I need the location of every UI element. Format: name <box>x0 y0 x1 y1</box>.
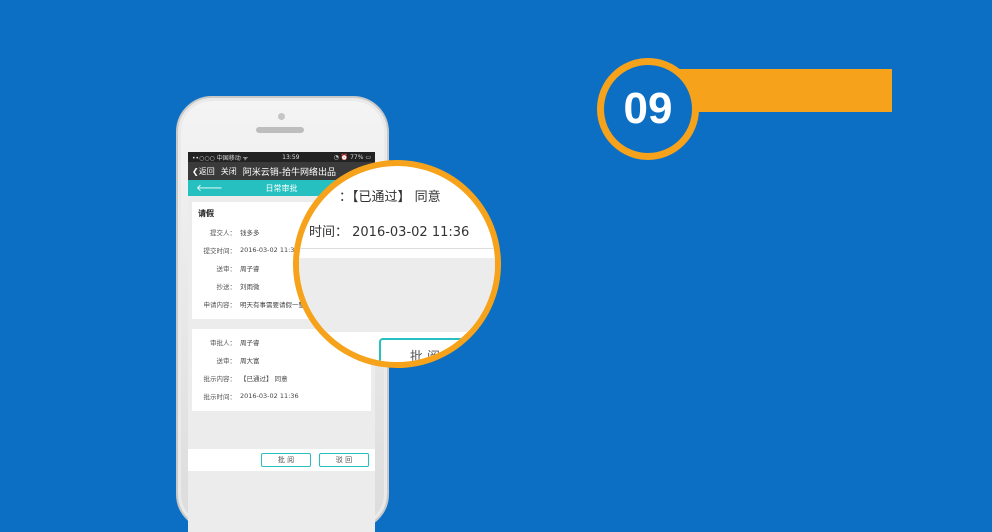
back-button[interactable]: ❮返回 <box>192 166 215 177</box>
phone-speaker <box>256 127 304 133</box>
action-bar: 批 阅 驳 回 <box>188 449 375 471</box>
magnified-approve-button[interactable]: 批 阅 <box>379 338 471 362</box>
empty-area <box>188 411 375 449</box>
list-item: 批示内容： 【已通过】 同意 <box>192 369 371 387</box>
field-value: 周大富 <box>240 357 260 365</box>
magnified-approval-content: ：【已通过】 同意 <box>339 190 441 205</box>
step-number: 09 <box>623 84 673 133</box>
field-label: 审批人： <box>210 339 236 347</box>
magnified-empty-area <box>299 258 495 332</box>
field-label: 提交时间： <box>203 247 237 255</box>
carrier-label: ••○○○ 中国移动 ᯤ <box>192 154 249 162</box>
magnifier-lens: ：【已通过】 同意 时间： 2016-03-02 11:36 批 阅 <box>293 160 501 368</box>
field-label: 送审： <box>216 265 237 273</box>
badge-bar <box>668 69 892 112</box>
field-value: 明天有事需要请假一整 <box>240 301 305 309</box>
field-label: 申请内容： <box>203 301 237 309</box>
close-button[interactable]: 关闭 <box>221 166 237 177</box>
list-item: 批示时间： 2016-03-02 11:36 <box>192 387 371 405</box>
back-label: 返回 <box>198 166 215 176</box>
field-value: 2016-03-02 11:36 <box>240 392 299 400</box>
magnified-approval-time: 时间： 2016-03-02 11:36 <box>309 225 470 240</box>
field-label: 提交人： <box>210 229 236 237</box>
field-value: 【已通过】 同意 <box>240 375 288 383</box>
magnified-view: ：【已通过】 同意 时间： 2016-03-02 11:36 批 阅 <box>299 166 495 362</box>
reject-button[interactable]: 驳 回 <box>319 453 369 467</box>
field-label: 批示内容： <box>203 375 237 383</box>
field-label: 送审： <box>216 357 237 365</box>
step-number-badge: 09 <box>597 58 699 160</box>
field-value: 2016-03-02 11:36 <box>240 246 299 254</box>
field-label: 批示时间： <box>203 393 237 401</box>
phone-camera <box>278 113 285 120</box>
field-value: 周子睿 <box>240 265 260 273</box>
status-bar: ••○○○ 中国移动 ᯤ 13:59 ◔ ⏰ 77% ▭ <box>188 152 375 162</box>
status-time: 13:59 <box>282 153 300 161</box>
battery-indicator: ◔ ⏰ 77% ▭ <box>333 153 371 161</box>
field-value: 周子睿 <box>240 339 260 347</box>
field-value: 钱多多 <box>240 229 260 237</box>
field-label: 抄送： <box>216 283 237 291</box>
approve-button[interactable]: 批 阅 <box>261 453 311 467</box>
divider <box>299 248 495 249</box>
chevron-left-icon: ❮ <box>192 166 199 176</box>
field-value: 刘雨微 <box>240 283 260 291</box>
arrow-left-icon[interactable]: 🡐 <box>196 182 223 194</box>
